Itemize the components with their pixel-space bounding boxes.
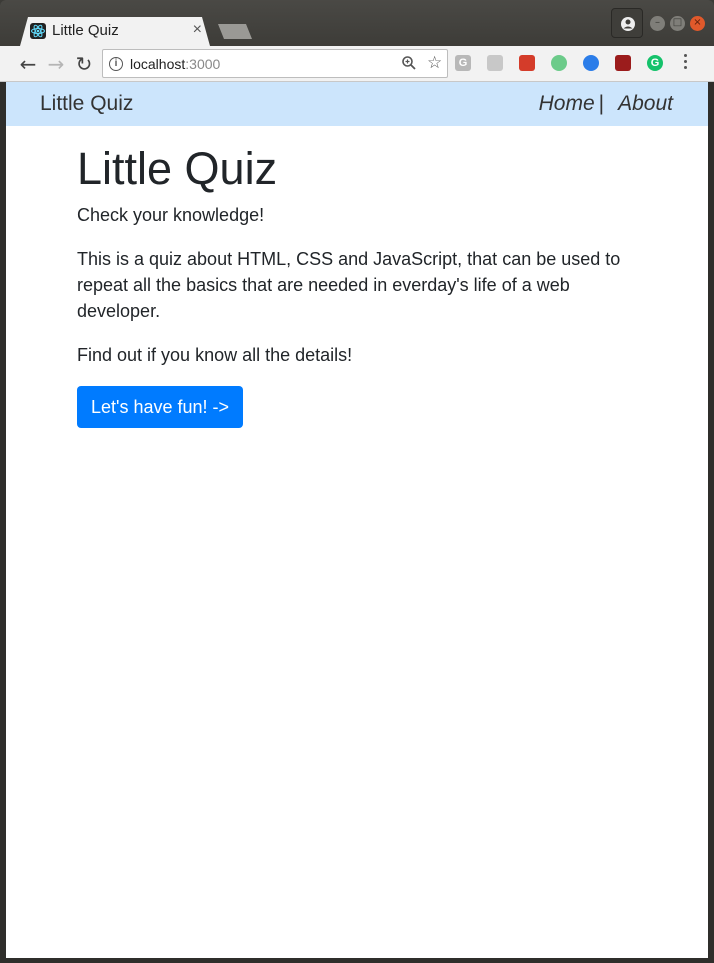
- diamond-extension-icon[interactable]: [615, 55, 631, 71]
- book-extension-icon[interactable]: [487, 55, 503, 71]
- profile-button[interactable]: [611, 8, 643, 38]
- minimize-icon: –: [655, 17, 660, 28]
- nav-separator: |: [598, 92, 605, 115]
- nav-link-home[interactable]: Home: [539, 92, 595, 115]
- navbar-links: Home | About: [539, 92, 673, 116]
- react-favicon-icon: [30, 23, 46, 39]
- cta-text: Find out if you know all the details!: [77, 345, 353, 365]
- back-button[interactable]: ←: [17, 53, 39, 75]
- close-icon: ×: [693, 17, 702, 28]
- zoom-icon[interactable]: [401, 55, 417, 76]
- grammarly-extension-icon[interactable]: G: [647, 55, 663, 71]
- tab-title: Little Quiz: [52, 22, 119, 39]
- subtitle: Check your knowledge!: [77, 205, 265, 225]
- browser-menu-icon[interactable]: [684, 54, 688, 72]
- color-wheel-extension-icon[interactable]: [583, 55, 599, 71]
- forward-button[interactable]: →: [45, 53, 67, 75]
- browser-tab[interactable]: Little Quiz ×: [20, 17, 210, 46]
- close-window-button[interactable]: ×: [690, 16, 705, 31]
- description: This is a quiz about HTML, CSS and JavaS…: [77, 249, 621, 321]
- target-extension-icon[interactable]: [551, 55, 567, 71]
- start-quiz-button[interactable]: Let's have fun! ->: [77, 386, 244, 428]
- tab-close-icon[interactable]: ×: [193, 21, 202, 39]
- navbar-brand[interactable]: Little Quiz: [40, 92, 133, 116]
- minimize-button[interactable]: –: [650, 16, 665, 31]
- info-icon[interactable]: i: [109, 57, 123, 71]
- maximize-button[interactable]: □: [670, 16, 685, 31]
- site-navbar: Little Quiz Home | About: [6, 82, 708, 126]
- title-bar: Little Quiz × – □ ×: [0, 0, 714, 46]
- g-extension-icon[interactable]: G: [455, 55, 471, 71]
- browser-window: Little Quiz × – □ × ← → ↻ i localhost:30…: [0, 0, 714, 963]
- reload-button[interactable]: ↻: [73, 53, 95, 75]
- address-bar[interactable]: i localhost:3000 ☆: [102, 49, 448, 78]
- main-content: Little Quiz Check your knowledge! This i…: [77, 142, 637, 428]
- red-extension-icon[interactable]: [519, 55, 535, 71]
- new-tab-button[interactable]: [218, 24, 252, 39]
- browser-toolbar: ← → ↻ i localhost:3000 ☆ G G: [0, 46, 714, 82]
- nav-link-about[interactable]: About: [618, 92, 673, 115]
- page-title: Little Quiz: [77, 143, 278, 194]
- url-text[interactable]: localhost:3000: [130, 56, 220, 72]
- page-viewport: Little Quiz Home | About Little Quiz Check…: [6, 82, 708, 958]
- account-icon: [621, 17, 635, 31]
- maximize-icon: □: [672, 17, 683, 28]
- bookmark-star-icon[interactable]: ☆: [427, 53, 442, 73]
